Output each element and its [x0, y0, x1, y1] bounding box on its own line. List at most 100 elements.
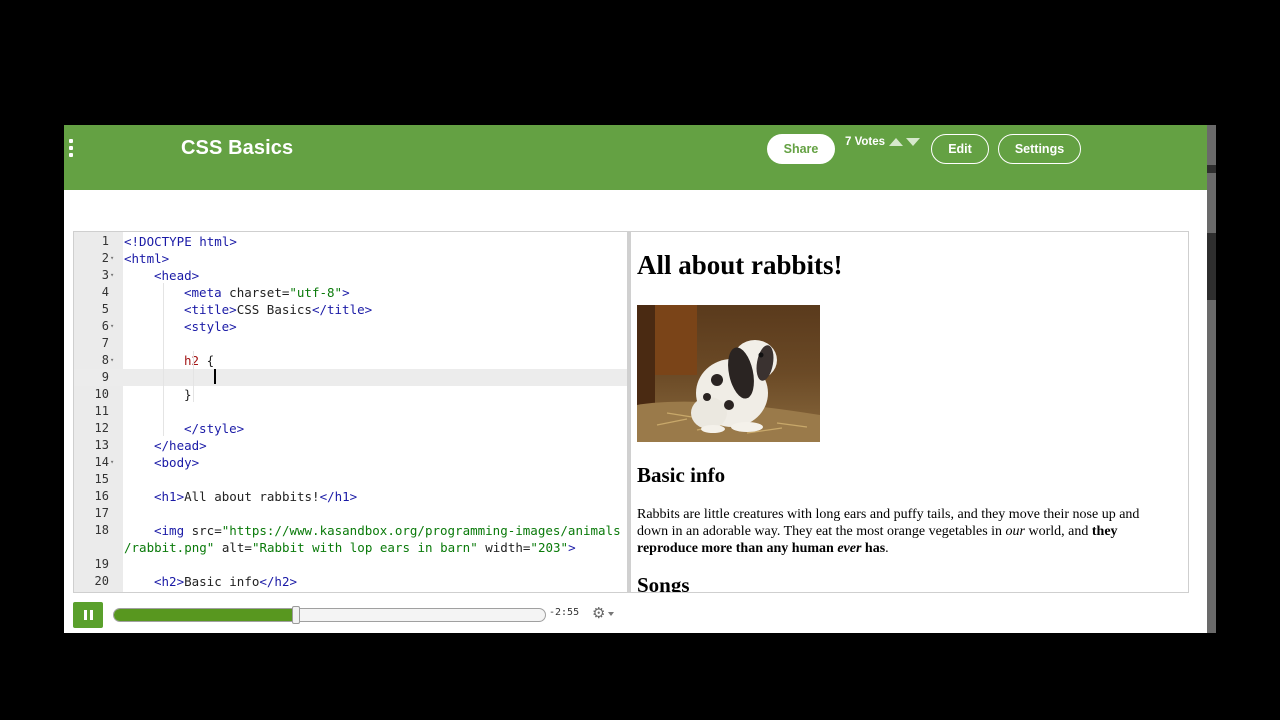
code-token: "utf-8" [289, 285, 343, 300]
progress-fill [114, 609, 296, 621]
code-line[interactable]: 13 </head> [74, 437, 627, 454]
line-number: 16 [94, 489, 109, 503]
code-line[interactable]: 8 ▾ h2 { [74, 352, 627, 369]
preview-subheading: Basic info [637, 463, 726, 487]
code-token: <html> [124, 251, 170, 266]
code-token: > [568, 540, 576, 555]
code-line[interactable]: 15 [74, 471, 627, 488]
line-number: 10 [94, 387, 109, 401]
line-number: 17 [94, 506, 109, 520]
code-text: <img src="https://www.kasandbox.org/prog… [154, 522, 621, 539]
fold-arrow-icon[interactable]: ▾ [110, 318, 114, 335]
code-line[interactable]: 6 ▾ <style> [74, 318, 627, 335]
line-number: 1 [101, 234, 109, 248]
code-token: <meta [184, 285, 222, 300]
code-line[interactable]: 17 [74, 505, 627, 522]
code-line[interactable]: 20 <h2>Basic info</h2> [74, 573, 627, 590]
code-token: <img [154, 523, 185, 538]
code-token: "203" [530, 540, 569, 555]
code-text: h2 { [184, 352, 214, 369]
code-line[interactable]: 18 <img src="https://www.kasandbox.org/pr… [74, 522, 627, 539]
code-token: "https://www.kasandbox.org/programming-i… [221, 523, 621, 538]
code-text: </head> [154, 437, 207, 454]
code-line[interactable]: 7 [74, 335, 627, 352]
preview-subheading-songs: Songs [637, 573, 690, 593]
code-text: /rabbit.png" alt="Rabbit with lop ears i… [124, 539, 576, 556]
text-cursor [214, 369, 216, 384]
code-token: <head> [154, 268, 200, 283]
preview-paragraph: Rabbits are little creatures with long e… [637, 506, 1167, 557]
paragraph-text: world, and [1025, 524, 1092, 539]
code-token: src= [184, 523, 222, 538]
code-token: </style> [184, 421, 245, 436]
line-number: 6 [101, 319, 109, 333]
edge-segment [1207, 300, 1216, 633]
code-line[interactable]: 2 ▾ <html> [74, 250, 627, 267]
code-token: width= [477, 540, 531, 555]
code-text: </style> [184, 420, 244, 437]
line-number: 9 [101, 370, 109, 384]
code-token: <h2> [154, 574, 185, 589]
code-line[interactable]: /rabbit.png" alt="Rabbit with lop ears i… [74, 539, 627, 556]
code-token: <body> [154, 455, 200, 470]
rabbit-image [637, 305, 820, 442]
code-token: h2 [184, 353, 200, 368]
code-token: alt= [214, 540, 252, 555]
code-line[interactable]: 3 ▾ <head> [74, 267, 627, 284]
indent-guide [163, 283, 164, 436]
code-line[interactable]: 10} [74, 386, 627, 403]
code-line[interactable]: 19 [74, 556, 627, 573]
code-line[interactable]: 14 ▾ <body> [74, 454, 627, 471]
line-number: 4 [101, 285, 109, 299]
line-number: 20 [94, 574, 109, 588]
code-text: <meta charset="utf-8"> [184, 284, 350, 301]
gear-icon: ⚙ [592, 605, 606, 622]
paragraph-strong-text: has [861, 541, 886, 556]
line-number: 11 [94, 404, 109, 418]
code-token: All about rabbits! [184, 489, 320, 504]
code-token: > [342, 285, 350, 300]
app-window: CSS Basics Share 7 Votes Edit Settings 1… [64, 125, 1207, 633]
code-token: } [184, 387, 192, 402]
code-text: <style> [184, 318, 237, 335]
code-token: </h1> [319, 489, 358, 504]
progress-track[interactable] [113, 608, 546, 622]
code-line[interactable]: 12 </style> [74, 420, 627, 437]
code-token: <title> [184, 302, 237, 317]
fold-arrow-icon[interactable]: ▾ [110, 250, 114, 267]
line-number: 19 [94, 557, 109, 571]
fold-arrow-icon[interactable]: ▾ [110, 454, 114, 471]
code-token: /rabbit.png" [124, 540, 215, 555]
code-text: <!DOCTYPE html> [124, 233, 237, 250]
player-settings[interactable]: ⚙ [592, 605, 615, 622]
preview-heading: All about rabbits! [637, 250, 843, 280]
paragraph-strong-emphasis: ever [837, 541, 862, 556]
code-token: <!DOCTYPE html> [124, 234, 237, 249]
menu-icon[interactable] [68, 139, 74, 157]
code-text: <h2>Basic info</h2> [154, 573, 297, 590]
code-token: <style> [184, 319, 237, 334]
vote-up-icon[interactable] [889, 138, 904, 146]
code-line[interactable]: 1 <!DOCTYPE html> [74, 233, 627, 250]
code-line[interactable]: 11 [74, 403, 627, 420]
progress-handle[interactable] [291, 606, 300, 624]
line-number: 8 [101, 353, 109, 367]
settings-button[interactable]: Settings [998, 134, 1081, 164]
fold-arrow-icon[interactable]: ▾ [110, 267, 114, 284]
line-number: 2 [101, 251, 109, 265]
code-line[interactable]: 9 [74, 369, 627, 386]
pause-button[interactable] [73, 602, 103, 628]
pause-icon [83, 610, 87, 620]
code-line[interactable]: 5 <title>CSS Basics</title> [74, 301, 627, 318]
code-text: <title>CSS Basics</title> [184, 301, 372, 318]
vote-down-icon[interactable] [906, 138, 921, 146]
code-token: Basic info [184, 574, 260, 589]
share-button[interactable]: Share [767, 134, 835, 164]
edit-button[interactable]: Edit [931, 134, 989, 164]
line-number: 13 [94, 438, 109, 452]
code-line[interactable]: 4 <meta charset="utf-8"> [74, 284, 627, 301]
line-number: 3 [101, 268, 109, 282]
code-line[interactable]: 16 <h1>All about rabbits!</h1> [74, 488, 627, 505]
code-editor[interactable]: 1 <!DOCTYPE html> 2 ▾ <html> 3 ▾ <head> 4 <meta c… [73, 231, 627, 593]
fold-arrow-icon[interactable]: ▾ [110, 352, 114, 369]
